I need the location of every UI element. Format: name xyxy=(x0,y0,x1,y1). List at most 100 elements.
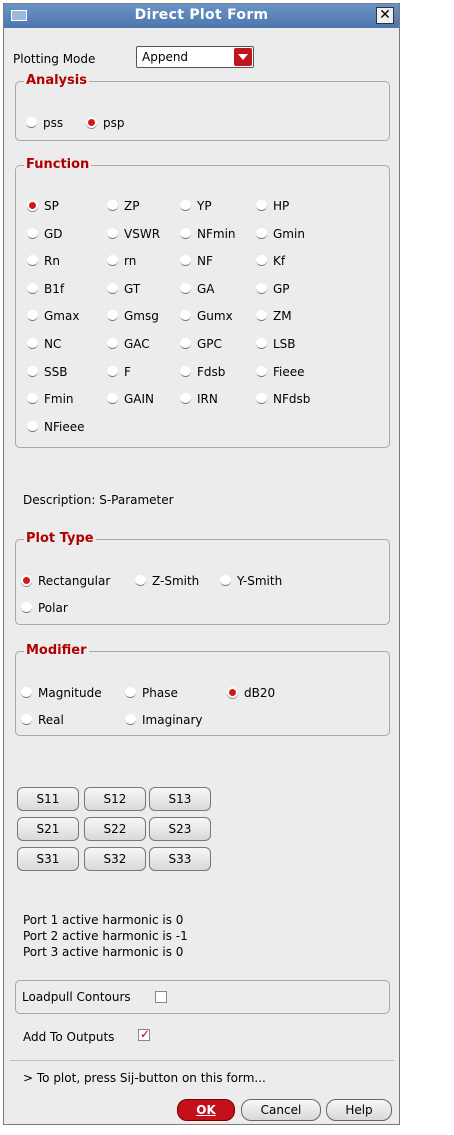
radio-indicator[interactable] xyxy=(180,338,191,349)
plotting-mode-label: Plotting Mode xyxy=(13,52,96,66)
cancel-button-label: Cancel xyxy=(260,1103,302,1117)
radio-indicator[interactable] xyxy=(26,117,37,128)
radio-indicator[interactable] xyxy=(21,575,32,586)
analysis-group-label: Analysis xyxy=(24,73,89,89)
radio-indicator[interactable] xyxy=(27,227,38,239)
sij-button-s22[interactable]: S22 xyxy=(84,817,146,841)
radio-indicator[interactable] xyxy=(256,227,267,239)
radio-label: ZM xyxy=(273,309,292,324)
radio-indicator[interactable] xyxy=(27,282,38,294)
radio-label: NC xyxy=(44,337,62,351)
radio-label: GA xyxy=(197,281,215,296)
chevron-down-icon[interactable] xyxy=(234,48,252,66)
radio-label: Gmax xyxy=(44,309,80,324)
separator xyxy=(10,1060,394,1061)
radio-label: GAC xyxy=(124,337,150,351)
radio-label: Rectangular xyxy=(38,574,111,588)
sij-button-s32[interactable]: S32 xyxy=(84,847,146,871)
radio-label: VSWR xyxy=(124,226,161,241)
radio-indicator[interactable] xyxy=(27,365,38,377)
radio-label: Gmsg xyxy=(124,309,159,324)
radio-indicator[interactable] xyxy=(180,227,191,239)
direct-plot-form-window: Direct Plot Form ✕ Plotting Mode Append … xyxy=(3,3,400,1125)
sij-button-s13[interactable]: S13 xyxy=(149,787,211,811)
radio-label: SP xyxy=(44,199,59,213)
radio-label: GT xyxy=(124,281,141,296)
radio-indicator[interactable] xyxy=(125,714,136,725)
sij-button-s11[interactable]: S11 xyxy=(17,787,79,811)
radio-indicator[interactable] xyxy=(256,282,267,294)
radio-label: NFieee xyxy=(44,419,85,434)
sij-button-s23[interactable]: S23 xyxy=(149,817,211,841)
radio-label: ZP xyxy=(124,199,140,213)
radio-label: NFdsb xyxy=(273,392,311,407)
radio-label: Phase xyxy=(142,686,178,700)
radio-label: Fdsb xyxy=(197,364,226,379)
radio-label: F xyxy=(124,364,131,379)
hint-text: > To plot, press Sij-button on this form… xyxy=(23,1071,266,1085)
title-bar[interactable]: Direct Plot Form ✕ xyxy=(4,4,399,28)
function-group-label: Function xyxy=(24,157,92,173)
radio-indicator[interactable] xyxy=(27,338,38,349)
plotting-mode-dropdown[interactable]: Append xyxy=(136,46,254,68)
radio-indicator[interactable] xyxy=(107,365,118,377)
radio-indicator[interactable] xyxy=(135,575,146,586)
radio-label: Gumx xyxy=(197,309,233,324)
radio-label: psp xyxy=(103,116,125,130)
sij-button-s12[interactable]: S12 xyxy=(84,787,146,811)
plot-type-group-label: Plot Type xyxy=(24,531,96,547)
radio-label: LSB xyxy=(273,337,296,351)
radio-label: GAIN xyxy=(124,392,155,407)
radio-label: Fmin xyxy=(44,392,74,407)
sij-button-s31[interactable]: S31 xyxy=(17,847,79,871)
radio-label: GPC xyxy=(197,337,222,351)
radio-indicator[interactable] xyxy=(107,200,118,211)
ok-button[interactable]: OK xyxy=(177,1099,235,1121)
radio-indicator[interactable] xyxy=(256,365,267,377)
radio-indicator[interactable] xyxy=(180,200,191,211)
radio-indicator[interactable] xyxy=(86,117,97,128)
sij-button-s21[interactable]: S21 xyxy=(17,817,79,841)
add-to-outputs-checkbox[interactable]: ✓ xyxy=(138,1028,150,1041)
radio-label: Imaginary xyxy=(142,713,203,727)
radio-indicator[interactable] xyxy=(107,282,118,294)
radio-indicator[interactable] xyxy=(27,200,38,211)
radio-indicator[interactable] xyxy=(227,687,238,698)
radio-indicator[interactable] xyxy=(180,365,191,377)
radio-indicator[interactable] xyxy=(220,575,231,586)
radio-indicator[interactable] xyxy=(125,687,136,698)
radio-label: rn xyxy=(124,254,137,269)
cancel-button[interactable]: Cancel xyxy=(241,1099,321,1121)
radio-label: YP xyxy=(197,199,212,213)
radio-indicator[interactable] xyxy=(27,420,38,432)
radio-label: NF xyxy=(197,254,213,269)
plotting-mode-value: Append xyxy=(142,50,189,64)
loadpull-contours-checkbox[interactable] xyxy=(155,991,167,1003)
radio-indicator[interactable] xyxy=(21,714,32,725)
radio-indicator[interactable] xyxy=(107,227,118,239)
modifier-group-label: Modifier xyxy=(24,643,89,659)
harmonic-port-2: Port 2 active harmonic is -1 xyxy=(23,929,188,943)
radio-label: Z-Smith xyxy=(152,574,200,588)
radio-label: Magnitude xyxy=(38,686,102,700)
analysis-group: Analysis xyxy=(15,73,390,141)
sij-button-s33[interactable]: S33 xyxy=(149,847,211,871)
help-button[interactable]: Help xyxy=(326,1099,392,1121)
radio-indicator[interactable] xyxy=(21,602,32,613)
close-button[interactable]: ✕ xyxy=(376,7,394,24)
radio-label: NFmin xyxy=(197,226,236,241)
radio-label: pss xyxy=(43,116,64,130)
radio-label: GP xyxy=(273,281,290,296)
help-button-label: Help xyxy=(345,1103,373,1117)
harmonic-port-3: Port 3 active harmonic is 0 xyxy=(23,945,184,959)
loadpull-group: Loadpull Contours xyxy=(15,980,390,1014)
radio-indicator[interactable] xyxy=(180,282,191,294)
radio-label: Gmin xyxy=(273,226,305,241)
radio-indicator[interactable] xyxy=(256,200,267,211)
radio-indicator[interactable] xyxy=(21,687,32,698)
radio-indicator[interactable] xyxy=(107,338,118,349)
window-title: Direct Plot Form xyxy=(134,7,269,23)
radio-label: HP xyxy=(273,199,290,213)
radio-label: dB20 xyxy=(244,686,276,700)
radio-indicator[interactable] xyxy=(256,338,267,349)
